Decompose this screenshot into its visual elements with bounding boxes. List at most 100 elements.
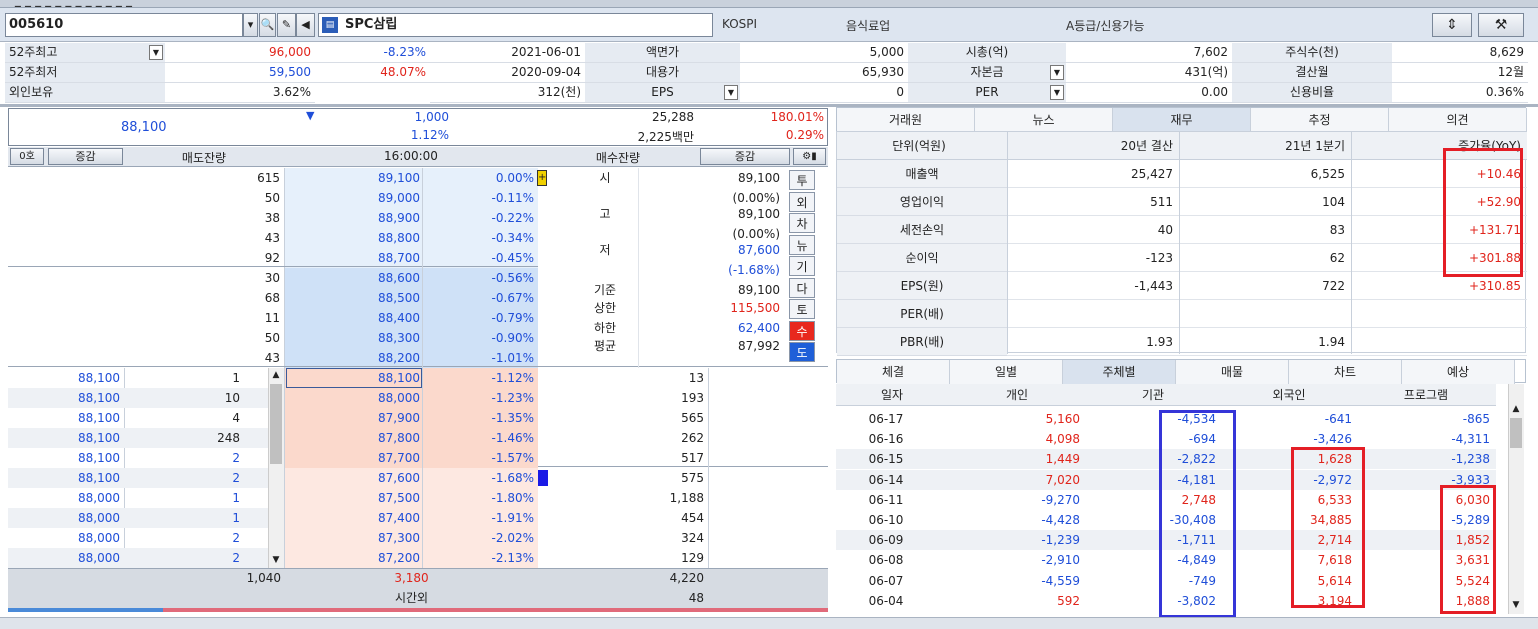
fin-header-cell: 단위(억원)	[892, 139, 946, 153]
side-button[interactable]: 투	[789, 170, 815, 190]
quote-summary: 88,100 ▼ 1,000 1.12% 25,288 2,225백만 180.…	[8, 108, 828, 146]
down-arrow-icon: ▼	[306, 109, 315, 122]
inv-individual: 7,020	[1045, 472, 1080, 487]
tab-daily[interactable]: 일별	[950, 360, 1063, 384]
wrench-icon[interactable]: ✎	[277, 13, 296, 37]
tab-investor[interactable]: 주체별	[1063, 360, 1176, 384]
dropdown-icon[interactable]: ▼	[1050, 65, 1064, 80]
bid-price[interactable]: 87,300	[288, 528, 420, 548]
tick-price: 88,100	[78, 451, 120, 465]
inv-program: -1,238	[1451, 452, 1490, 467]
tab-chart[interactable]: 차트	[1289, 360, 1402, 384]
bid-price[interactable]: 87,500	[288, 488, 420, 508]
tick-qty: 2	[232, 551, 240, 565]
info-per-label[interactable]: PER ▼	[908, 83, 1066, 103]
ask-price[interactable]: 88,500	[288, 288, 420, 308]
inv-header-cell: 개인	[1005, 388, 1029, 402]
tab-supply[interactable]: 매물	[1176, 360, 1289, 384]
tab-estimate[interactable]: 추정	[1251, 108, 1389, 132]
tick-qty: 1	[232, 491, 240, 505]
selected-price-box[interactable]	[286, 368, 422, 388]
current-price: 88,100	[121, 120, 167, 135]
inv-individual: -9,270	[1041, 492, 1080, 507]
ask-price[interactable]: 88,300	[288, 328, 420, 348]
side-button[interactable]: 다	[789, 277, 815, 298]
chart-icon[interactable]: ▤	[322, 17, 338, 33]
scroll-down-icon[interactable]: ▼	[269, 553, 283, 567]
bid-change-button[interactable]: 증감	[700, 148, 790, 165]
tab-opinion[interactable]: 의견	[1389, 108, 1527, 132]
dropdown-icon[interactable]: ▼	[724, 85, 738, 100]
ask-qty: 11	[264, 311, 280, 325]
ask-price[interactable]: 88,600	[288, 268, 420, 288]
side-button[interactable]: 도	[789, 342, 815, 362]
scrollbar-thumb[interactable]	[270, 384, 282, 464]
fin-row-label: 순이익	[905, 251, 939, 265]
scrollbar-thumb[interactable]	[1510, 418, 1522, 448]
ask-qty: 38	[264, 211, 280, 225]
info-shares-value: 8,629	[1392, 43, 1528, 63]
stat-value: 62,400	[738, 321, 780, 335]
tab-broker[interactable]: 거래원	[837, 108, 975, 132]
ask-price[interactable]: 89,100	[288, 168, 420, 188]
stock-header-bar: 005610 ▾ 🔍 ✎ ◀ ▤ SPC삼립 KOSPI 음식료업 A등급/신용…	[0, 8, 1538, 42]
info-eps-label[interactable]: EPS ▼	[585, 83, 740, 103]
tick-price: 88,000	[78, 511, 120, 525]
fin-tab-bar: 거래원 뉴스 재무 추정 의견	[836, 107, 1527, 132]
inv-date: 06-17	[868, 412, 904, 426]
dropdown-icon[interactable]: ▼	[1050, 85, 1064, 100]
ask-qty: 68	[264, 291, 280, 305]
plus-icon[interactable]: +	[537, 170, 547, 186]
stat-value: 87,992	[738, 339, 780, 353]
dropdown-icon[interactable]: ▼	[149, 45, 163, 60]
bid-price[interactable]: 87,200	[288, 548, 420, 568]
fin-col-line	[1179, 132, 1180, 354]
bid-price[interactable]: 87,600	[288, 468, 420, 488]
settings-icon[interactable]: ⚙▮	[793, 148, 826, 165]
ask-price[interactable]: 88,700	[288, 248, 420, 268]
scroll-down-icon[interactable]: ▼	[1508, 598, 1524, 612]
side-button[interactable]: 기	[789, 256, 815, 276]
stock-code-input[interactable]: 005610	[5, 13, 243, 37]
fin-20y: -1,443	[1134, 279, 1173, 293]
ask-price[interactable]: 88,200	[288, 348, 420, 368]
tab-trade[interactable]: 체결	[837, 360, 950, 384]
inv-date: 06-14	[868, 472, 904, 487]
info-52w-high-price: 96,000	[165, 43, 315, 63]
info-52w-high-label[interactable]: 52주최고 ▼	[5, 43, 165, 63]
bid-price[interactable]: 87,400	[288, 508, 420, 528]
tools-icon[interactable]: ⚒	[1478, 13, 1524, 37]
tab-news[interactable]: 뉴스	[975, 108, 1113, 132]
side-button[interactable]: 차	[789, 213, 815, 233]
ask-price[interactable]: 88,400	[288, 308, 420, 328]
orderbook-mode-toggle[interactable]: 0호	[10, 148, 44, 165]
search-icon[interactable]: 🔍	[259, 13, 276, 37]
window-tab-strip[interactable]: ■ ■ ■ ■ ■ ■ ■ ■ ■ ■ ■ ■	[0, 0, 1538, 8]
ask-change-button[interactable]: 증감	[48, 148, 123, 165]
info-capital-label[interactable]: 자본금 ▼	[908, 63, 1066, 83]
bid-rate: -1.35%	[491, 411, 534, 425]
side-button[interactable]: 수	[789, 320, 815, 341]
inv-date: 06-10	[868, 513, 904, 527]
speaker-icon[interactable]: ◀	[296, 13, 315, 37]
tab-expect[interactable]: 예상	[1402, 360, 1515, 384]
scroll-up-icon[interactable]: ▲	[269, 368, 283, 382]
side-button[interactable]: 외	[789, 191, 815, 212]
ask-price[interactable]: 88,800	[288, 228, 420, 248]
info-52w-low-price: 59,500	[165, 63, 315, 83]
inv-individual: -2,910	[1041, 553, 1080, 568]
tab-finance[interactable]: 재무	[1113, 108, 1251, 132]
ask-price[interactable]: 88,900	[288, 208, 420, 228]
bid-price[interactable]: 87,900	[288, 408, 420, 428]
swap-icon[interactable]: ⇕	[1432, 13, 1472, 37]
bid-price[interactable]: 88,000	[288, 388, 420, 408]
side-button[interactable]: 토	[789, 299, 815, 319]
scroll-up-icon[interactable]: ▲	[1508, 402, 1524, 416]
ask-price[interactable]: 89,000	[288, 188, 420, 208]
bid-price[interactable]: 87,700	[288, 448, 420, 468]
dropdown-icon[interactable]: ▾	[243, 13, 258, 37]
fin-21q1	[1179, 300, 1345, 328]
bid-price[interactable]: 87,800	[288, 428, 420, 448]
side-button[interactable]: 뉴	[789, 234, 815, 255]
fin-21q1: 83	[1329, 223, 1345, 237]
